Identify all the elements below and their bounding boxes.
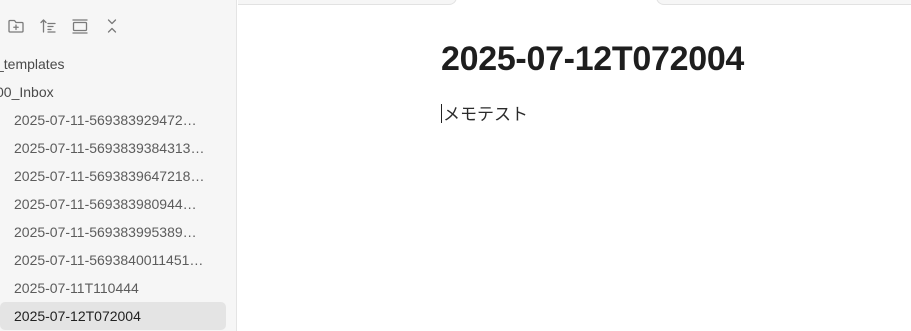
folder-templates[interactable]: _templates bbox=[0, 50, 237, 78]
tab-edge-right bbox=[656, 0, 911, 5]
new-folder-icon[interactable] bbox=[4, 14, 28, 38]
sort-icon[interactable] bbox=[36, 14, 60, 38]
file-item[interactable]: 2025-07-11-569383980944… bbox=[0, 190, 226, 218]
file-item-active[interactable]: 2025-07-12T072004 bbox=[0, 302, 226, 330]
file-item[interactable]: 2025-07-11-5693839384313… bbox=[0, 134, 226, 162]
note-body-text: メモテスト bbox=[443, 105, 528, 125]
tab-edge-left bbox=[238, 0, 457, 5]
file-item[interactable]: 2025-07-11-5693839647218… bbox=[0, 162, 226, 190]
file-explorer-sidebar: _templates 00_Inbox 2025-07-11-569383929… bbox=[0, 0, 237, 331]
folder-inbox[interactable]: 00_Inbox bbox=[0, 78, 237, 106]
note-body[interactable]: メモテスト bbox=[441, 102, 901, 128]
note-title[interactable]: 2025-07-12T072004 bbox=[441, 36, 901, 82]
note-editor[interactable]: 2025-07-12T072004 メモテスト bbox=[441, 36, 901, 128]
file-item[interactable]: 2025-07-11-5693840011451… bbox=[0, 246, 226, 274]
file-item[interactable]: 2025-07-11T110444 bbox=[0, 274, 226, 302]
collapse-view-icon[interactable] bbox=[68, 14, 92, 38]
text-cursor bbox=[441, 104, 442, 123]
tab-bar bbox=[238, 0, 911, 5]
file-item[interactable]: 2025-07-11-569383929472… bbox=[0, 106, 226, 134]
collapse-all-icon[interactable] bbox=[100, 14, 124, 38]
explorer-toolbar bbox=[4, 14, 132, 38]
file-tree: _templates 00_Inbox 2025-07-11-569383929… bbox=[0, 50, 237, 330]
file-item[interactable]: 2025-07-11-569383995389… bbox=[0, 218, 226, 246]
